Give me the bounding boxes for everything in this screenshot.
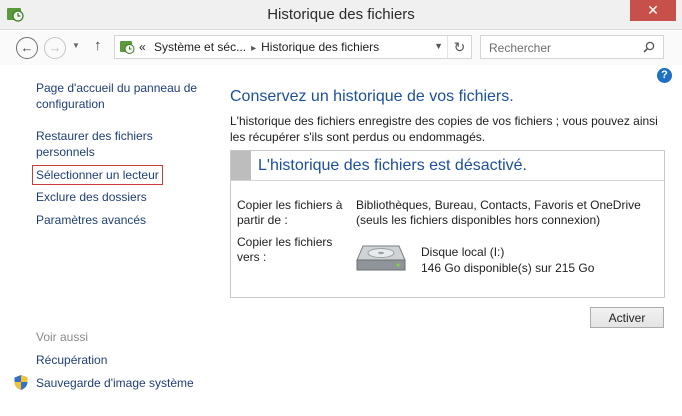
address-field[interactable]: « Système et séc... ▸ Historique des fichi… [114,35,472,59]
see-also-recovery-link[interactable]: Récupération [36,353,107,367]
address-dropdown-icon[interactable]: ▼ [434,41,443,51]
page-description: L'historique des fichiers enregistre des… [230,114,658,144]
file-history-icon [120,41,135,54]
drive-name: Disque local (I:) [421,245,505,259]
drive-space: 146 Go disponible(s) sur 215 Go [421,261,595,275]
window-title: Historique des fichiers [267,6,415,23]
hard-drive-icon [356,245,406,271]
status-panel: L'historique des fichiers est désactivé.… [230,150,665,298]
shield-icon [14,375,28,390]
sidebar-item-advanced-settings[interactable]: Paramètres avancés [36,212,146,228]
copy-from-label: Copier les fichiers à partir de : [237,198,343,227]
back-arrow-icon: ← [20,40,34,55]
breadcrumb-overflow[interactable]: « [139,40,146,54]
forward-button[interactable]: → [44,37,66,59]
address-bar: ← → ▼ ↑ « Système et séc... ▸ Historique d… [0,31,682,65]
search-placeholder: Rechercher [489,41,552,55]
breadcrumb-separator-icon[interactable]: ▸ [246,43,261,54]
status-indicator [231,151,251,180]
close-button[interactable]: ✕ [630,0,676,21]
breadcrumb-item-file-history[interactable]: Historique des fichiers [261,40,379,54]
copy-to-label: Copier les fichiers vers : [237,235,333,264]
sidebar-item-select-drive[interactable]: Sélectionner un lecteur [32,165,163,185]
copy-from-value: Bibliothèques, Bureau, Contacts, Favoris… [356,198,641,227]
search-icon[interactable] [643,41,655,53]
up-button[interactable]: ↑ [94,37,102,54]
sidebar-item-control-panel-home[interactable]: Page d'accueil du panneau de configurati… [36,80,206,112]
up-arrow-icon: ↑ [94,37,102,54]
activate-button[interactable]: Activer [590,307,664,328]
breadcrumb: « Système et séc... ▸ Historique des fichi… [139,40,379,54]
refresh-button[interactable]: ↻ [447,36,471,58]
search-input[interactable]: Rechercher [480,35,664,59]
sidebar-item-exclude-folders[interactable]: Exclure des dossiers [36,189,147,205]
title-bar: Historique des fichiers ✕ [0,0,682,30]
see-also-system-image-link[interactable]: Sauvegarde d'image système [36,376,194,390]
refresh-icon: ↻ [453,39,466,55]
status-title: L'historique des fichiers est désactivé. [258,157,527,174]
page-title: Conservez un historique de vos fichiers. [230,88,514,105]
breadcrumb-item-system[interactable]: Système et séc... [154,40,246,54]
help-icon[interactable]: ? [657,68,672,83]
back-button[interactable]: ← [16,37,38,59]
forward-arrow-icon: → [48,40,62,55]
sidebar-item-restore-files[interactable]: Restaurer des fichiers personnels [36,128,196,160]
see-also-heading: Voir aussi [36,330,89,344]
recent-locations-button[interactable]: ▼ [72,41,80,50]
status-header: L'historique des fichiers est désactivé. [231,151,664,181]
chevron-down-icon: ▼ [72,41,80,50]
